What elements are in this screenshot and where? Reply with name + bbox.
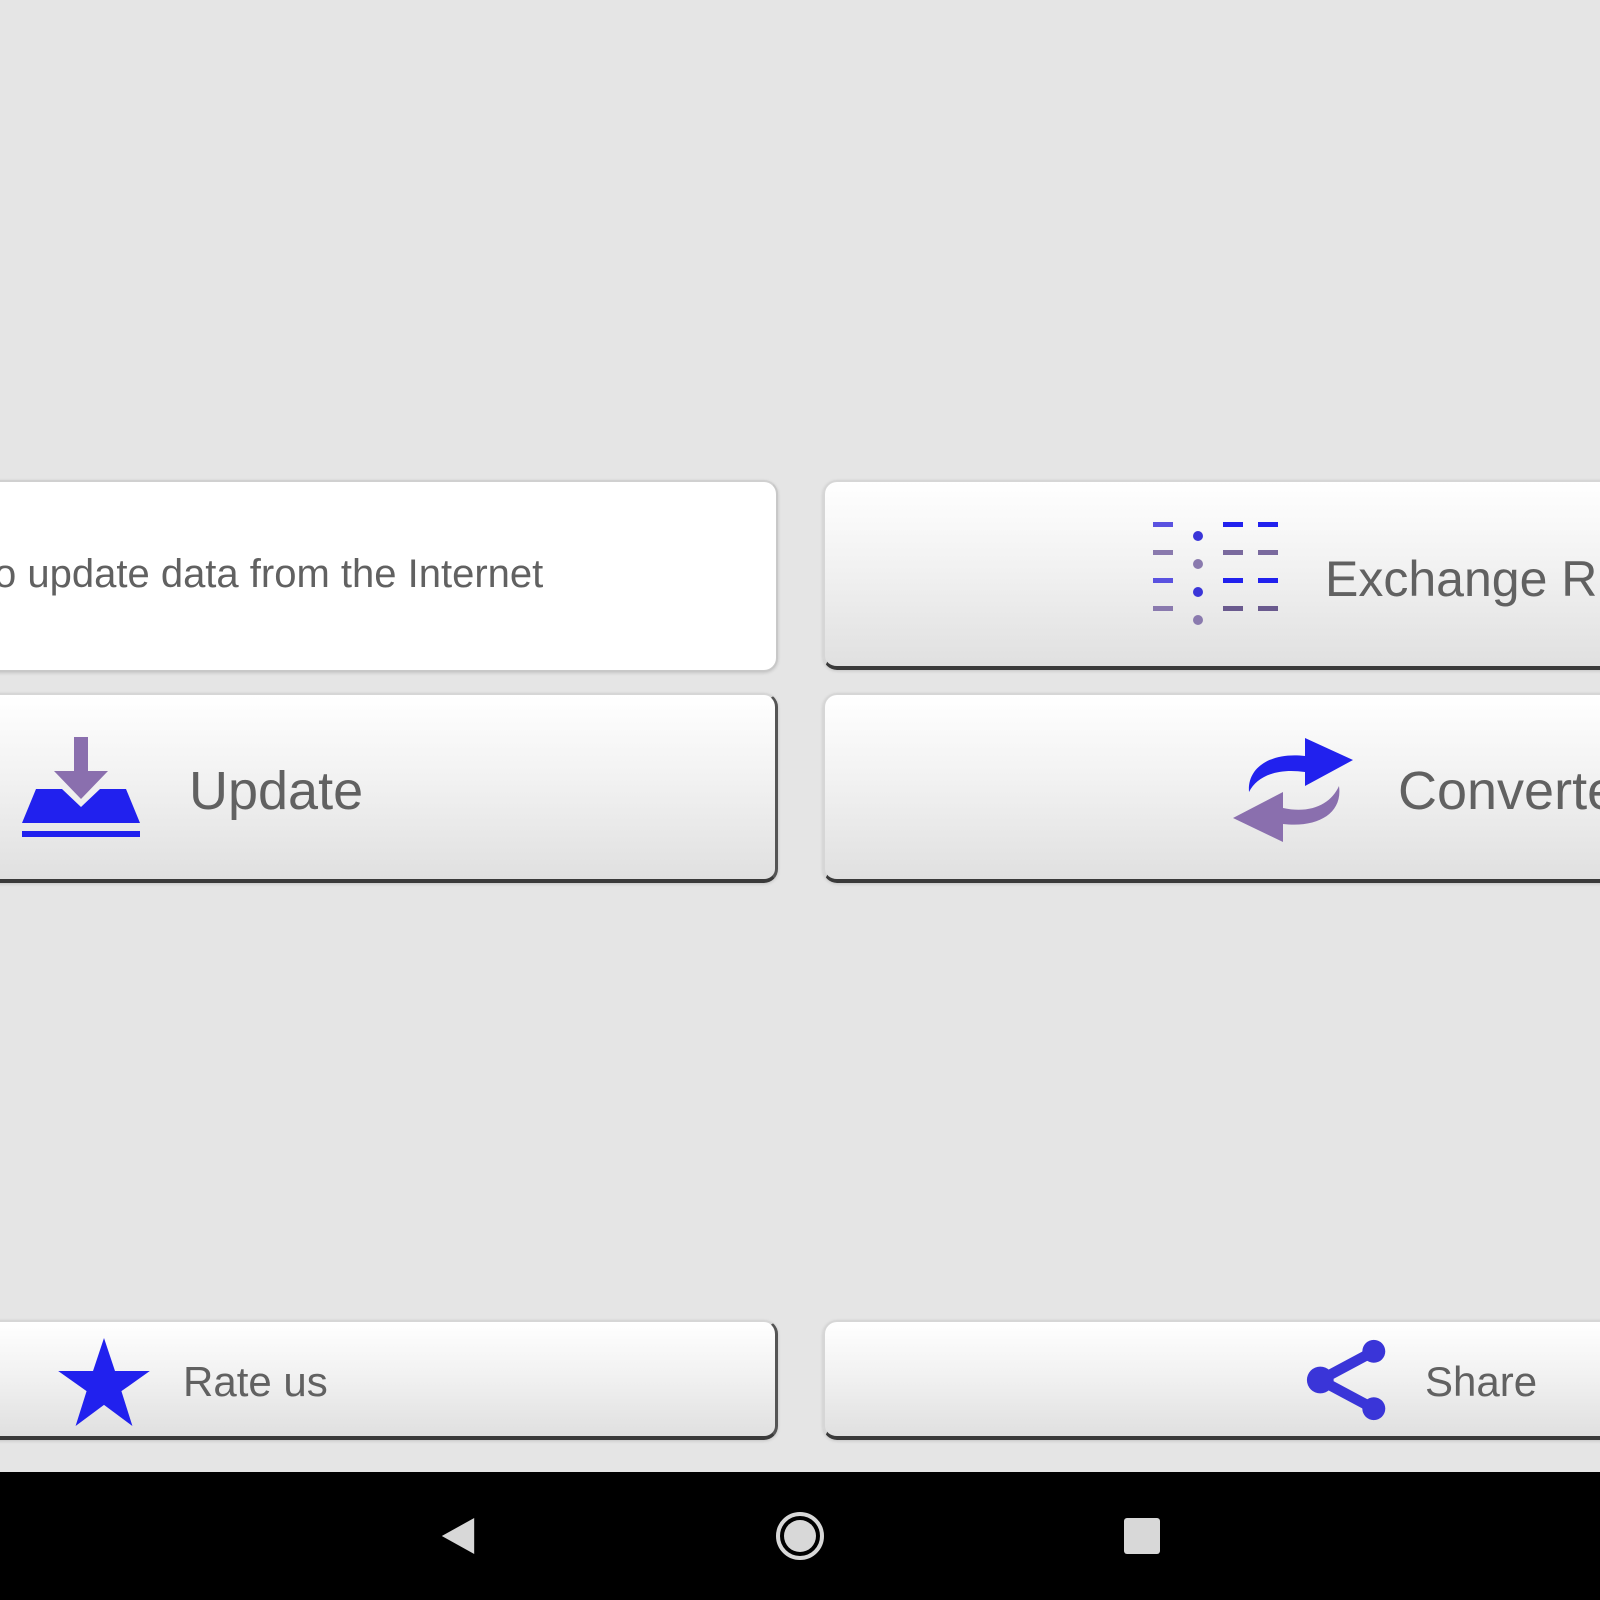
update-button[interactable]: Update xyxy=(0,693,778,883)
share-button[interactable]: Share xyxy=(823,1320,1600,1440)
rate-us-label: Rate us xyxy=(183,1358,328,1405)
share-label: Share xyxy=(1425,1358,1538,1405)
back-icon[interactable] xyxy=(440,1516,476,1556)
info-text: o update data from the Internet xyxy=(0,552,544,596)
info-card: o update data from the Internet xyxy=(0,480,778,672)
exchange-rates-label: Exchange R xyxy=(1325,551,1598,607)
home-icon[interactable] xyxy=(774,1510,826,1562)
rate-us-button[interactable]: Rate us xyxy=(0,1320,778,1440)
convert-arrows-icon xyxy=(1233,738,1353,842)
converter-button[interactable]: Converte xyxy=(823,693,1600,883)
star-icon xyxy=(58,1338,150,1426)
share-icon xyxy=(1306,1339,1386,1421)
update-label: Update xyxy=(189,761,364,821)
recents-icon[interactable] xyxy=(1124,1518,1160,1554)
download-tray-icon xyxy=(22,737,140,837)
navigation-bar xyxy=(0,1472,1600,1600)
exchange-rates-button[interactable]: Exchange R xyxy=(823,480,1600,670)
list-icon xyxy=(1153,522,1278,625)
converter-label: Converte xyxy=(1398,761,1600,821)
